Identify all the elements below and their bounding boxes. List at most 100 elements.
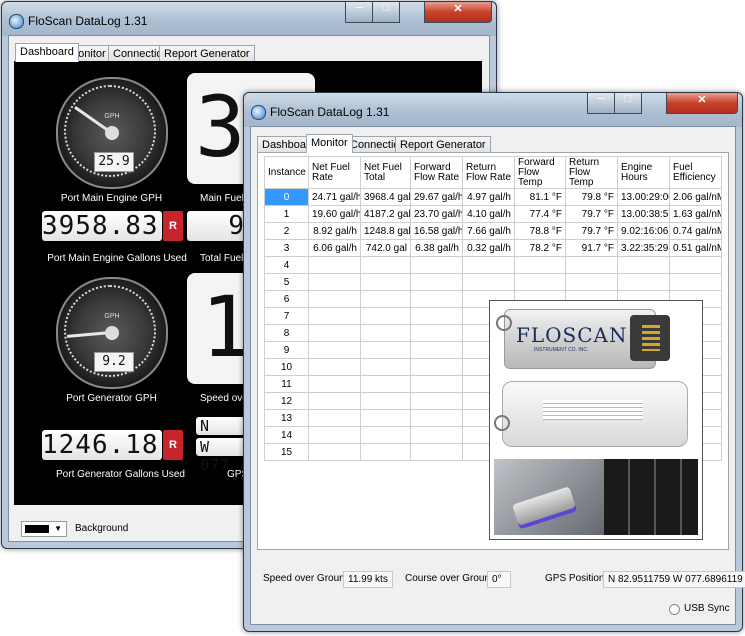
- table-row[interactable]: 2 8.92 gal/h 1248.8 gal 16.58 gal/h 7.66 gal…: [264, 222, 722, 240]
- column-header[interactable]: Instance: [264, 156, 309, 189]
- speed-over-ground-value: 11.99 kts: [343, 571, 393, 588]
- usb-drive-bottom: [502, 381, 688, 447]
- table-row[interactable]: 3 6.06 gal/h 742.0 gal 6.38 gal/h 0.32 gal/h…: [264, 239, 722, 257]
- table-cell: [514, 273, 566, 291]
- back-titlebar[interactable]: FloScan DataLog 1.31 ─ □ ✕: [2, 2, 496, 36]
- close-icon: ✕: [453, 3, 463, 15]
- table-row[interactable]: 4: [264, 256, 722, 274]
- column-header[interactable]: Forward Flow Rate: [410, 156, 463, 189]
- table-cell: 16.58 gal/h: [410, 222, 463, 240]
- gps-position-value: N 82.9511759 W 077.6896119: [603, 571, 745, 588]
- maximize-icon: □: [382, 2, 390, 14]
- table-cell: [565, 273, 618, 291]
- table-row[interactable]: 5: [264, 273, 722, 291]
- gauge-unit-label: GPH: [104, 113, 120, 120]
- table-cell: [514, 256, 566, 274]
- table-row[interactable]: 0 24.71 gal/h 3968.4 gal 29.67 gal/h 4.97 ga…: [264, 188, 722, 206]
- column-header[interactable]: Engine Hours: [617, 156, 670, 189]
- table-cell: [308, 273, 361, 291]
- reset-main-engine-gallons-button[interactable]: R: [163, 211, 183, 241]
- table-cell: [360, 273, 411, 291]
- table-cell: [462, 256, 515, 274]
- table-cell: [360, 443, 411, 461]
- usb-sync-radio[interactable]: [669, 604, 680, 615]
- table-cell: [410, 409, 463, 427]
- brand-logo: FLOSCAN: [516, 323, 628, 347]
- table-cell: [617, 256, 670, 274]
- gauge-hub: [105, 326, 119, 340]
- table-cell: 6.38 gal/h: [410, 239, 463, 257]
- table-cell: [360, 341, 411, 359]
- reset-generator-gallons-button[interactable]: R: [163, 430, 183, 460]
- gauge-readout: 25.9: [94, 152, 134, 172]
- table-cell: 0.32 gal/h: [462, 239, 515, 257]
- table-cell: [308, 290, 361, 308]
- table-cell: [360, 324, 411, 342]
- table-cell: [308, 392, 361, 410]
- minimize-button[interactable]: ─: [587, 93, 615, 114]
- table-cell: 1.63 gal/nM: [669, 205, 722, 223]
- gps-position-label: GPS Position:: [545, 573, 608, 584]
- front-client: Dashboard Monitor Connection Report Gene…: [250, 126, 745, 625]
- table-cell: 3968.4 gal: [360, 188, 411, 206]
- table-cell: 0.74 gal/nM: [669, 222, 722, 240]
- minimize-button[interactable]: ─: [345, 2, 373, 23]
- table-cell: 9.02:16:06: [617, 222, 670, 240]
- column-header[interactable]: Net Fuel Total: [360, 156, 411, 189]
- table-cell: [360, 256, 411, 274]
- table-row[interactable]: 1 19.60 gal/h 4187.2 gal 23.70 gal/h 4.10 ga…: [264, 205, 722, 223]
- table-cell: [565, 256, 618, 274]
- port-generator-gph-gauge: GPH 9.2: [56, 277, 168, 389]
- instance-cell: 4: [264, 256, 309, 274]
- table-cell: [462, 273, 515, 291]
- table-cell: [360, 392, 411, 410]
- tab-dashboard[interactable]: Dashboard: [15, 43, 79, 62]
- tab-monitor[interactable]: Monitor: [306, 134, 353, 153]
- maximize-button[interactable]: □: [614, 93, 642, 114]
- port-generator-gallons-display: 1246.18: [42, 430, 162, 460]
- column-header[interactable]: Forward Flow Temp: [514, 156, 566, 189]
- column-header[interactable]: Return Flow Rate: [462, 156, 515, 189]
- background-color-swatch: [25, 525, 49, 533]
- port-generator-gallons-label: Port Generator Gallons Used: [56, 469, 185, 480]
- tab-report-generator[interactable]: Report Generator: [395, 136, 491, 153]
- brand-subtitle: INSTRUMENT CO. INC.: [534, 347, 589, 353]
- table-cell: [308, 358, 361, 376]
- table-cell: 2.06 gal/nM: [669, 188, 722, 206]
- instance-cell: 1: [264, 205, 309, 223]
- table-cell: 78.2 °F: [514, 239, 566, 257]
- tab-report-generator[interactable]: Report Generator: [159, 45, 255, 62]
- course-over-ground-value: 0°: [487, 571, 511, 588]
- maximize-icon: □: [624, 93, 632, 105]
- close-button[interactable]: ✕: [666, 93, 738, 114]
- table-cell: [360, 426, 411, 444]
- close-button[interactable]: ✕: [424, 2, 492, 23]
- table-cell: [410, 324, 463, 342]
- table-cell: 0.51 gal/nM: [669, 239, 722, 257]
- port-main-engine-gph-label: Port Main Engine GPH: [60, 193, 163, 204]
- column-header[interactable]: Fuel Efficiency: [669, 156, 722, 189]
- instance-cell: 15: [264, 443, 309, 461]
- table-cell: 19.60 gal/h: [308, 205, 361, 223]
- close-icon: ✕: [697, 94, 707, 106]
- table-cell: 4187.2 gal: [360, 205, 411, 223]
- table-cell: 78.8 °F: [514, 222, 566, 240]
- background-color-picker[interactable]: ▼: [21, 521, 67, 537]
- speed-over-ground-label: Speed over Ground:: [263, 573, 354, 584]
- table-cell: 4.97 gal/h: [462, 188, 515, 206]
- table-cell: [308, 443, 361, 461]
- keyboard-keys: [604, 459, 698, 535]
- table-cell: 7.66 gal/h: [462, 222, 515, 240]
- column-header[interactable]: Return Flow Temp: [565, 156, 618, 189]
- column-header[interactable]: Net Fuel Rate: [308, 156, 361, 189]
- maximize-button[interactable]: □: [372, 2, 400, 23]
- table-cell: 79.7 °F: [565, 205, 618, 223]
- table-cell: 91.7 °F: [565, 239, 618, 257]
- instance-cell: 2: [264, 222, 309, 240]
- product-photo: FLOSCAN INSTRUMENT CO. INC.: [489, 300, 703, 540]
- table-header-row: Instance Net Fuel Rate Net Fuel Total Forwa…: [264, 156, 722, 189]
- background-label: Background: [75, 523, 129, 534]
- laptop-photo: [494, 459, 698, 535]
- front-titlebar[interactable]: FloScan DataLog 1.31 ─ □ ✕: [244, 93, 742, 127]
- table-cell: [410, 375, 463, 393]
